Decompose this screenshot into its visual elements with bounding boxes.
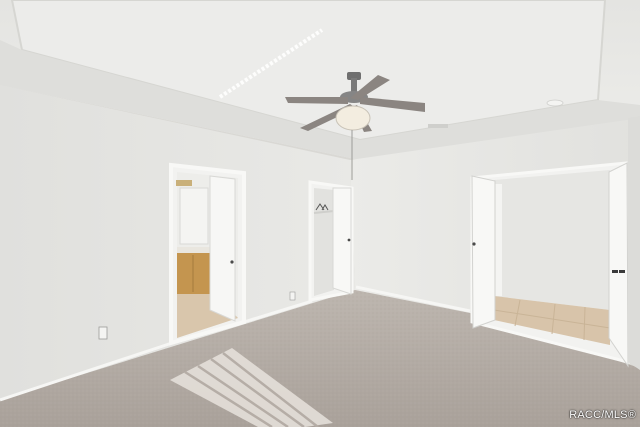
closet-doorway[interactable] [308, 180, 354, 302]
bathroom-doorway[interactable] [169, 162, 246, 346]
vanity-light [176, 180, 192, 186]
bathroom-mirror [179, 187, 209, 245]
wall-outlet-mid [289, 291, 296, 301]
wall-outlet-left [98, 326, 108, 340]
mls-watermark: RACC/MLS® [569, 409, 636, 421]
fan-light [335, 105, 371, 131]
smoke-detector [546, 99, 564, 107]
hall-door-left[interactable] [471, 175, 496, 329]
ceiling-vent [428, 124, 448, 128]
bathroom-door[interactable] [209, 175, 236, 322]
right-edge-wall [628, 116, 640, 370]
bedroom-photo: RACC/MLS® [0, 0, 640, 427]
hall-door-right[interactable] [608, 162, 629, 368]
room-scene [0, 0, 640, 427]
fan-blade [285, 97, 348, 104]
